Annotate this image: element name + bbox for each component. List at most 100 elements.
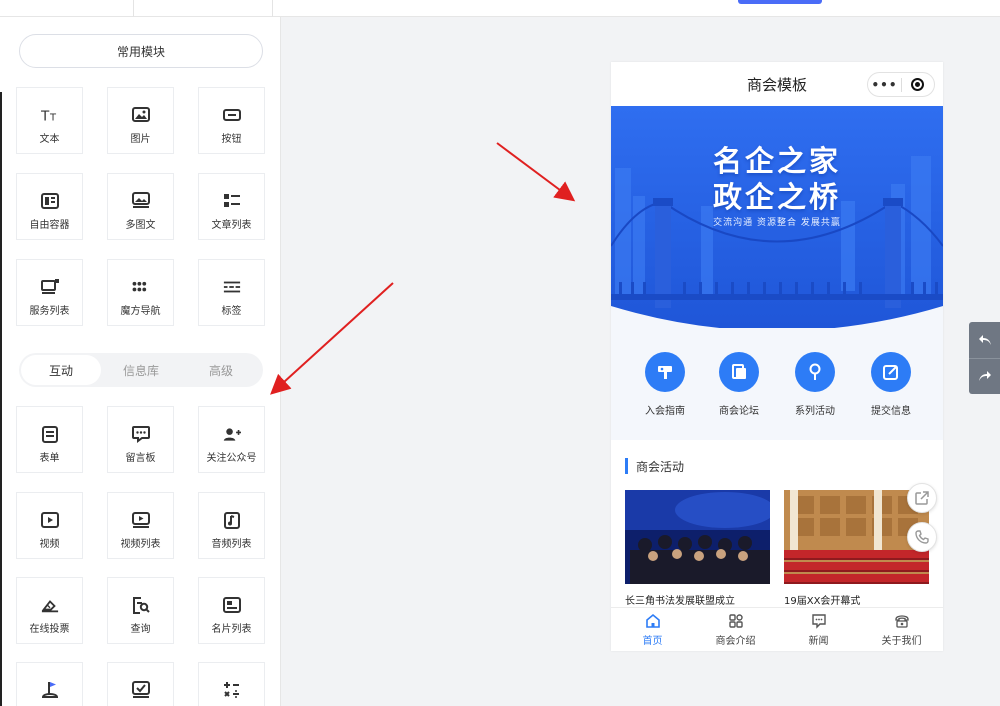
tab-interactive[interactable]: 互动	[21, 355, 101, 385]
nav-item-label: 商会论坛	[719, 406, 759, 417]
share-button[interactable]	[907, 483, 937, 513]
tile-follow-account[interactable]: 关注公众号	[198, 406, 265, 473]
redo-icon	[978, 371, 991, 382]
button-icon	[222, 106, 241, 124]
vote-icon	[41, 596, 59, 614]
tile-label: 多图文	[125, 220, 156, 231]
tile-video[interactable]: 视频	[16, 492, 83, 559]
tile-label: 名片列表	[211, 624, 252, 635]
tabbar-label: 商会介绍	[715, 635, 756, 647]
tab-label: 高级	[208, 363, 233, 378]
guide-icon	[645, 352, 685, 392]
toolbar-divider	[133, 0, 134, 17]
tile-audio-list[interactable]: 音频列表	[198, 492, 265, 559]
tile-label: 自由容器	[29, 220, 70, 231]
form-icon	[41, 425, 59, 443]
service-list-icon	[40, 278, 59, 296]
tile-label: 在线投票	[29, 624, 70, 635]
article-list-icon	[223, 192, 241, 210]
tile-article-list[interactable]: 文章列表	[198, 173, 265, 240]
card-list-icon	[222, 596, 241, 614]
audio-list-icon	[223, 511, 241, 529]
share-icon	[915, 491, 929, 505]
undo-icon	[978, 334, 991, 345]
tile-label: 关注公众号	[206, 453, 257, 464]
text-icon: TT	[41, 106, 59, 124]
call-button[interactable]	[907, 522, 937, 552]
arrow-to-panel	[270, 282, 394, 395]
nav-item-forum[interactable]: 商会论坛	[704, 352, 774, 417]
tile-label: 文本	[39, 134, 60, 145]
phone-icon	[894, 614, 909, 628]
section-title-text: 商会活动	[636, 459, 685, 474]
tab-advanced[interactable]: 高级	[181, 355, 261, 385]
tab-info-library[interactable]: 信息库	[101, 355, 181, 385]
category-tabs: 互动 信息库 高级	[19, 353, 263, 387]
activity-card[interactable]: 19届XX会开幕式	[784, 490, 929, 607]
close-icon[interactable]	[902, 78, 934, 91]
tile-query[interactable]: 查询	[107, 577, 174, 644]
nav-item-submit[interactable]: 提交信息	[856, 352, 926, 417]
follow-account-icon	[223, 425, 241, 443]
tile-vote[interactable]: 在线投票	[16, 577, 83, 644]
tabbar-news[interactable]: 新闻	[777, 608, 860, 651]
multi-image-text-icon	[131, 192, 150, 210]
nav-item-guide[interactable]: 入会指南	[630, 352, 700, 417]
tabbar-home[interactable]: 首页	[611, 608, 694, 651]
section-accent-bar	[625, 458, 628, 474]
tabbar-intro[interactable]: 商会介绍	[694, 608, 777, 651]
phone-header: 商会模板 •••	[611, 62, 943, 106]
tile-cube-nav[interactable]: 魔方导航	[107, 259, 174, 326]
tabbar-about[interactable]: 关于我们	[860, 608, 943, 651]
nav-item-label: 系列活动	[795, 406, 835, 417]
common-modules-label: 常用模块	[116, 44, 165, 59]
tile-image[interactable]: 图片	[107, 87, 174, 154]
grid-icon	[728, 613, 743, 628]
tile-service-list[interactable]: 服务列表	[16, 259, 83, 326]
top-toolbar	[0, 0, 1000, 17]
tile-label: 魔方导航	[120, 306, 161, 317]
activity-card[interactable]: 长三角书法发展联盟成立	[625, 490, 770, 607]
image-icon	[131, 106, 150, 124]
arrow-to-phone	[496, 142, 576, 202]
banner-subtitle: 交流沟通 资源整合 发展共赢	[713, 218, 841, 228]
activity-icon	[795, 352, 835, 392]
cube-nav-icon	[132, 278, 150, 296]
mini-program-capsule[interactable]: •••	[867, 72, 935, 97]
tile-label: 视频	[39, 539, 60, 550]
tile-partial-2[interactable]	[107, 662, 174, 706]
tile-button[interactable]: 按钮	[198, 87, 265, 154]
tile-message-board[interactable]: 留言板	[107, 406, 174, 473]
nav-item-activity[interactable]: 系列活动	[780, 352, 850, 417]
section-title: 商会活动	[625, 457, 684, 475]
undo-button[interactable]	[969, 322, 1000, 358]
checkbox-icon	[131, 681, 150, 699]
tile-text[interactable]: TT 文本	[16, 87, 83, 154]
common-modules-header[interactable]: 常用模块	[19, 34, 263, 68]
tag-icon	[223, 278, 241, 296]
panel-edge	[0, 92, 2, 706]
tile-form[interactable]: 表单	[16, 406, 83, 473]
tile-label: 按钮	[221, 134, 242, 145]
nav-item-label: 入会指南	[645, 406, 685, 417]
tile-tag[interactable]: 标签	[198, 259, 265, 326]
activity-card-caption: 长三角书法发展联盟成立	[625, 596, 735, 607]
svg-text:T: T	[41, 108, 50, 123]
tile-partial-1[interactable]	[16, 662, 83, 706]
tile-label: 文章列表	[211, 220, 252, 231]
tile-label: 视频列表	[120, 539, 161, 550]
tile-multi-image-text[interactable]: 多图文	[107, 173, 174, 240]
home-icon	[645, 613, 660, 628]
tile-container[interactable]: 自由容器	[16, 173, 83, 240]
tile-card-list[interactable]: 名片列表	[198, 577, 265, 644]
tile-label: 音频列表	[211, 539, 252, 550]
hero-banner[interactable]: 名企之家 政企之桥 交流沟通 资源整合 发展共赢	[611, 106, 943, 328]
more-icon[interactable]: •••	[868, 78, 901, 92]
redo-button[interactable]	[969, 357, 1000, 395]
tile-partial-3[interactable]	[198, 662, 265, 706]
page-title: 商会模板	[746, 75, 807, 94]
activity-card-image	[625, 490, 770, 584]
tile-video-list[interactable]: 视频列表	[107, 492, 174, 559]
toolbar-divider	[272, 0, 273, 17]
publish-button[interactable]	[738, 0, 822, 4]
